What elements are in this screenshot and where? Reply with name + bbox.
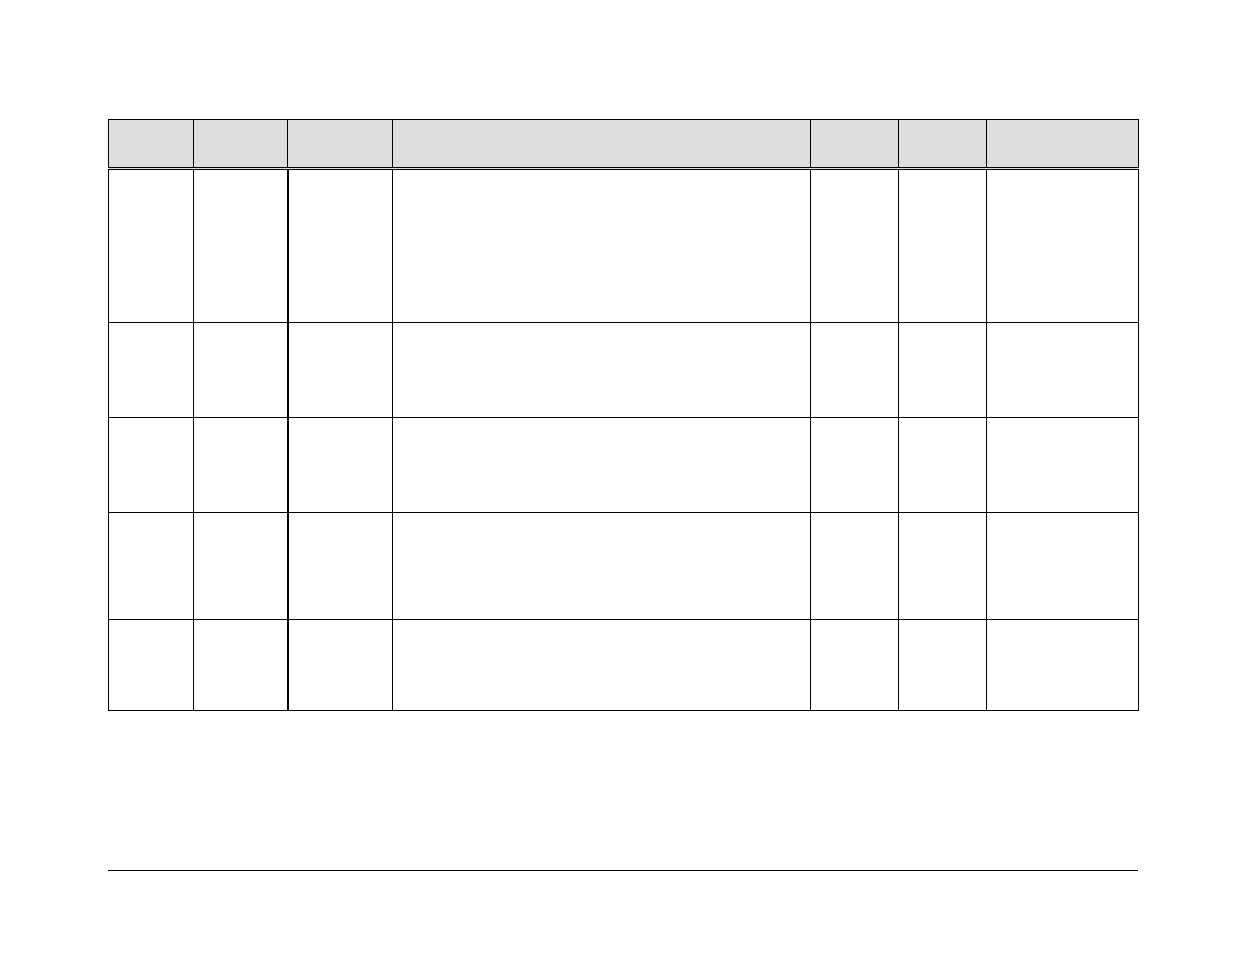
table-cell [393, 513, 811, 620]
table-row [109, 169, 1139, 323]
table-cell [987, 620, 1139, 711]
table-cell [393, 323, 811, 418]
table-cell [109, 513, 194, 620]
table-header-cell [288, 120, 393, 169]
table-cell [987, 418, 1139, 513]
table-cell [194, 323, 288, 418]
table-cell [109, 418, 194, 513]
table-header-cell [899, 120, 987, 169]
table-cell [109, 169, 194, 323]
table-cell [811, 169, 899, 323]
table-cell [811, 418, 899, 513]
table-cell [194, 620, 288, 711]
table-cell [393, 620, 811, 711]
table-header-row [109, 120, 1139, 169]
table-cell [288, 418, 393, 513]
table-cell [288, 620, 393, 711]
table-cell [811, 513, 899, 620]
table-cell [109, 323, 194, 418]
table-cell [393, 169, 811, 323]
footer-rule [108, 870, 1138, 871]
table-row [109, 418, 1139, 513]
table-cell [987, 323, 1139, 418]
table-cell [899, 323, 987, 418]
table-cell [899, 418, 987, 513]
table-cell [109, 620, 194, 711]
table-cell [288, 169, 393, 323]
table-cell [899, 513, 987, 620]
table-row [109, 323, 1139, 418]
table-cell [899, 169, 987, 323]
table-cell [987, 513, 1139, 620]
table-cell [811, 620, 899, 711]
page [0, 0, 1235, 954]
table-cell [987, 169, 1139, 323]
table-cell [194, 513, 288, 620]
table-header-cell [393, 120, 811, 169]
table-header-cell [811, 120, 899, 169]
table-row [109, 513, 1139, 620]
table-cell [194, 418, 288, 513]
table-cell [393, 418, 811, 513]
table-header-cell [987, 120, 1139, 169]
table-cell [811, 323, 899, 418]
table-cell [194, 169, 288, 323]
table-header-cell [109, 120, 194, 169]
table-cell [899, 620, 987, 711]
table-header-cell [194, 120, 288, 169]
data-table [108, 119, 1139, 711]
table-cell [288, 323, 393, 418]
table-cell [288, 513, 393, 620]
table-row [109, 620, 1139, 711]
